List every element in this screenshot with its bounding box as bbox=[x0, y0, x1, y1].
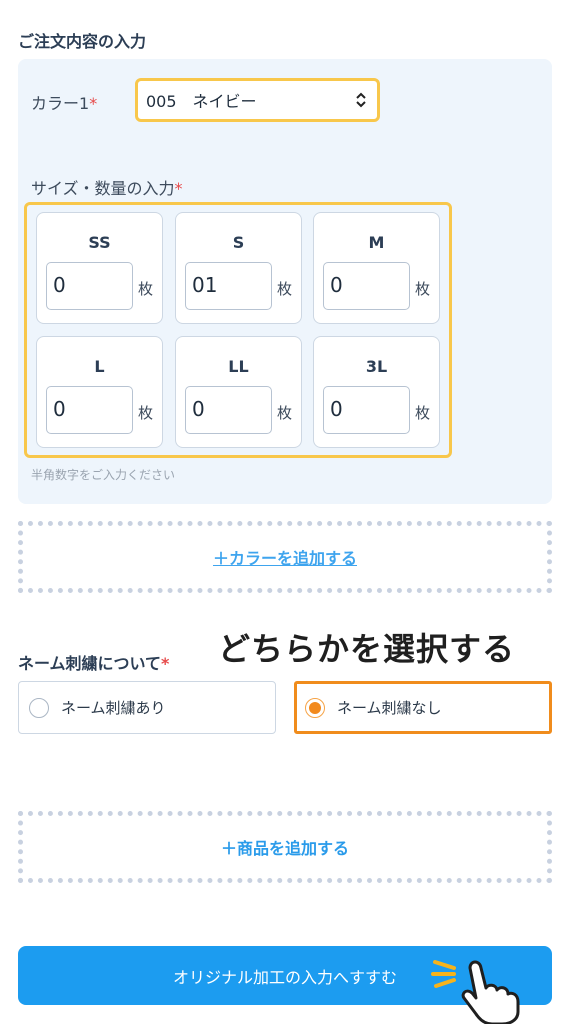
required-mark: * bbox=[89, 94, 98, 113]
unit-label: 枚 bbox=[138, 280, 154, 298]
size-label: サイズ・数量の入力* bbox=[31, 179, 183, 198]
pointer-hand-icon bbox=[431, 960, 520, 1024]
add-product-link[interactable]: ＋商品を追加する bbox=[221, 835, 349, 859]
color-select[interactable]: 005 ネイビー bbox=[135, 78, 380, 122]
embroidery-option-yes[interactable]: ネーム刺繍あり bbox=[18, 681, 276, 734]
quantity-input-s[interactable]: 01 bbox=[185, 262, 272, 310]
color-select-value: 005 ネイビー bbox=[146, 92, 257, 111]
size-name: LL bbox=[228, 357, 249, 376]
quantity-input-3l[interactable]: 0 bbox=[323, 386, 410, 434]
unit-label: 枚 bbox=[138, 404, 154, 422]
option-label: ネーム刺繍あり bbox=[61, 699, 166, 717]
size-cell-l: L 0 枚 bbox=[36, 336, 163, 448]
size-name: SS bbox=[88, 233, 111, 252]
input-hint: 半角数字をご入力ください bbox=[31, 468, 176, 482]
add-product-box: ＋商品を追加する bbox=[18, 811, 552, 883]
size-cell-3l: 3L 0 枚 bbox=[313, 336, 440, 448]
quantity-input-ll[interactable]: 0 bbox=[185, 386, 272, 434]
radio-button-checked[interactable] bbox=[305, 697, 325, 718]
required-mark: * bbox=[161, 654, 170, 673]
unit-label: 枚 bbox=[277, 404, 293, 422]
instruction-annotation: どちらかを選択する bbox=[218, 630, 516, 668]
unit-label: 枚 bbox=[415, 280, 431, 298]
size-cell-s: S 01 枚 bbox=[175, 212, 302, 324]
size-name: S bbox=[232, 233, 245, 252]
option-label: ネーム刺繍なし bbox=[337, 699, 442, 717]
embroidery-option-no[interactable]: ネーム刺繍なし bbox=[294, 681, 552, 734]
unit-label: 枚 bbox=[277, 280, 293, 298]
size-cell-m: M 0 枚 bbox=[313, 212, 440, 324]
add-color-box: ＋カラーを追加する bbox=[18, 521, 552, 593]
size-cell-ss: SS 0 枚 bbox=[36, 212, 163, 324]
add-color-link[interactable]: ＋カラーを追加する bbox=[213, 545, 357, 569]
quantity-input-l[interactable]: 0 bbox=[46, 386, 133, 434]
color-label: カラー1* bbox=[31, 94, 98, 113]
size-name: L bbox=[94, 357, 105, 376]
required-mark: * bbox=[174, 179, 183, 198]
size-cell-ll: LL 0 枚 bbox=[175, 336, 302, 448]
radio-button[interactable] bbox=[29, 697, 49, 718]
embroidery-label: ネーム刺繍について* bbox=[18, 654, 170, 673]
chevron-updown-icon bbox=[355, 91, 367, 113]
quantity-input-ss[interactable]: 0 bbox=[46, 262, 133, 310]
section-title: ご注文内容の入力 bbox=[18, 32, 147, 51]
quantity-input-m[interactable]: 0 bbox=[323, 262, 410, 310]
unit-label: 枚 bbox=[415, 404, 431, 422]
size-name: M bbox=[368, 233, 385, 252]
size-name: 3L bbox=[365, 357, 388, 376]
proceed-button-label: オリジナル加工の入力へすすむ bbox=[172, 967, 397, 987]
